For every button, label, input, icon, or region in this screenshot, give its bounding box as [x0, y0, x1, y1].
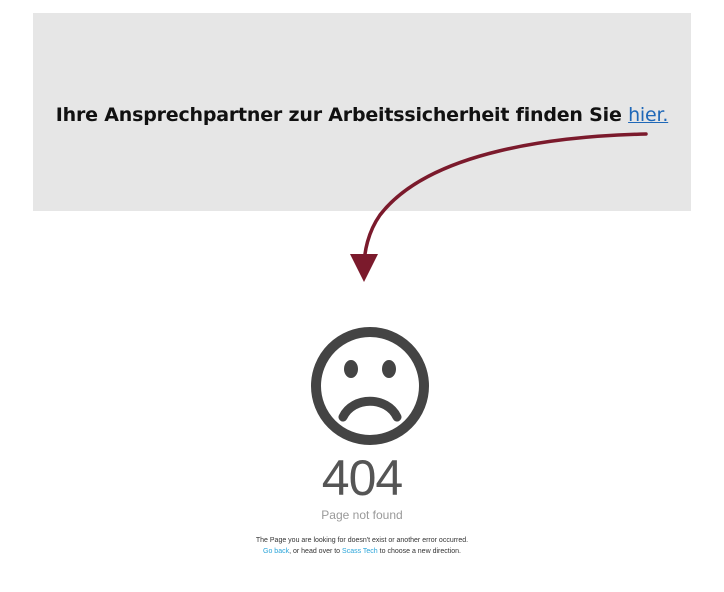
info-banner: Ihre Ansprechpartner zur Arbeitssicherhe…: [33, 13, 691, 211]
banner-text: Ihre Ansprechpartner zur Arbeitssicherhe…: [33, 104, 691, 126]
error-message: The Page you are looking for doesn't exi…: [0, 535, 724, 557]
banner-here-link[interactable]: hier.: [628, 104, 668, 126]
error-message-end: to choose a new direction.: [379, 548, 461, 555]
error-message-middle: , or head over to: [289, 548, 341, 555]
site-home-link[interactable]: Scass Tech: [342, 548, 378, 555]
go-back-link[interactable]: Go back: [263, 548, 289, 555]
error-message-line1: The Page you are looking for doesn't exi…: [255, 537, 469, 544]
banner-message: Ihre Ansprechpartner zur Arbeitssicherhe…: [55, 104, 622, 126]
page: Ihre Ansprechpartner zur Arbeitssicherhe…: [0, 0, 724, 592]
error-subtitle: Page not found: [321, 508, 403, 522]
error-code: 404: [321, 450, 403, 506]
error-message-line2: Go back, or head over to Scass Tech to c…: [0, 546, 724, 557]
sad-face-icon: [311, 327, 429, 445]
